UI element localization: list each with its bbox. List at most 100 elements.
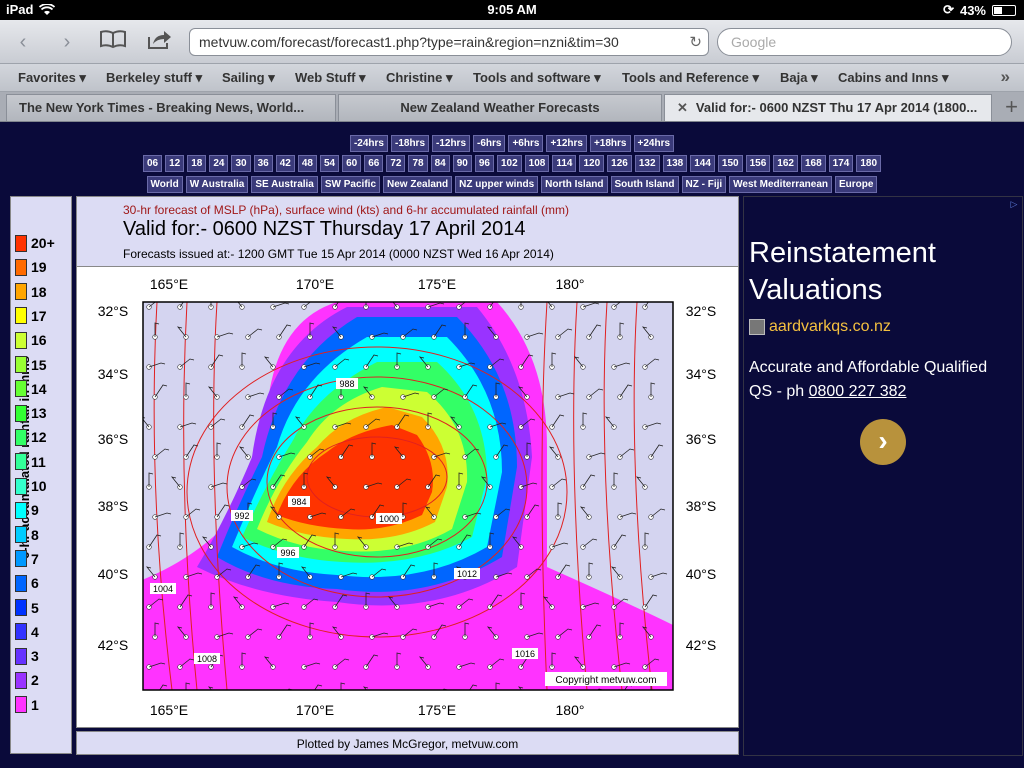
region-button-2[interactable]: SE Australia [251,176,318,193]
time-step-button-5[interactable]: +12hrs [546,135,587,152]
lat-label: 40°S [686,566,717,582]
tab-nz-weather[interactable]: New Zealand Weather Forecasts [338,94,662,121]
forecast-hour-button-21[interactable]: 132 [634,155,660,172]
time-step-button-1[interactable]: -18hrs [390,135,429,152]
forecast-hour-button-13[interactable]: 84 [430,155,450,172]
forecast-hour-button-15[interactable]: 96 [474,155,494,172]
forecast-hour-button-12[interactable]: 78 [408,155,428,172]
battery-fill [994,6,1003,14]
region-button-9[interactable]: West Mediterranean [729,176,833,193]
lon-label: 175°E [418,702,456,718]
legend-item: 13 [15,403,47,423]
lon-label: 165°E [150,702,188,718]
legend-value: 2 [31,672,39,689]
region-button-1[interactable]: W Australia [185,176,249,193]
bookmarks-bar: Favorites ▾ Berkeley stuff ▾ Sailing ▾ W… [0,64,1024,92]
forecast-hour-button-24[interactable]: 150 [717,155,743,172]
search-input[interactable]: Google [717,28,1012,56]
forecast-hour-button-26[interactable]: 162 [773,155,798,172]
ad-arrow-button[interactable]: › [860,419,906,465]
time-step-button-3[interactable]: -6hrs [473,135,506,152]
region-button-5[interactable]: NZ upper winds [455,176,539,193]
forecast-hour-button-11[interactable]: 72 [386,155,406,172]
ad-domain[interactable]: aardvarkqs.co.nz [749,318,891,336]
forecast-hour-button-4[interactable]: 30 [231,155,251,172]
share-button[interactable] [145,29,175,55]
forecast-hour-button-5[interactable]: 36 [253,155,273,172]
forecast-hour-button-7[interactable]: 48 [297,155,317,172]
forecast-hour-button-3[interactable]: 24 [209,155,229,172]
forecast-hour-button-25[interactable]: 156 [745,155,771,172]
legend-item: 16 [15,330,47,350]
forecast-hour-button-2[interactable]: 18 [187,155,207,172]
ad-title[interactable]: Reinstatement Valuations [749,235,936,309]
bookmark-tools-reference[interactable]: Tools and Reference ▾ [622,70,759,86]
forecast-hour-button-8[interactable]: 54 [319,155,340,172]
time-step-button-0[interactable]: -24hrs [349,135,388,152]
station-dot [401,695,406,700]
region-button-3[interactable]: SW Pacific [320,176,381,193]
region-button-10[interactable]: Europe [835,176,878,193]
forecast-hour-button-16[interactable]: 102 [496,155,522,172]
forward-icon: › [63,31,71,53]
tab-valid-for[interactable]: ✕ Valid for:- 0600 NZST Thu 17 Apr 2014 (… [664,94,992,121]
region-button-4[interactable]: New Zealand [383,176,453,193]
time-step-button-4[interactable]: +6hrs [508,135,544,152]
forecast-hour-button-0[interactable]: 06 [142,155,163,172]
region-button-7[interactable]: South Island [610,176,679,193]
bookmark-berkeley[interactable]: Berkeley stuff ▾ [106,70,202,86]
new-tab-button[interactable]: + [1005,94,1018,120]
tab-nytimes[interactable]: The New York Times - Breaking News, Worl… [6,94,336,121]
bookmark-web-stuff[interactable]: Web Stuff ▾ [295,70,366,86]
bookmarks-button[interactable] [98,29,128,55]
isobar-label: 1012 [457,569,477,579]
forecast-hour-button-20[interactable]: 126 [607,155,632,172]
forecast-hour-button-19[interactable]: 120 [579,155,605,172]
close-tab-icon[interactable]: ✕ [677,100,688,115]
time-step-button-2[interactable]: -12hrs [432,135,471,152]
forecast-hour-button-27[interactable]: 168 [800,155,826,172]
forecast-hour-button-1[interactable]: 12 [165,155,185,172]
legend-value: 5 [31,599,39,616]
legend-swatch [15,453,27,471]
forecast-hour-button-9[interactable]: 60 [342,155,362,172]
station-dot [246,695,251,700]
legend-value: 11 [31,453,46,470]
region-button-6[interactable]: North Island [541,176,608,193]
region-button-0[interactable]: World [146,176,183,193]
share-icon [148,31,171,49]
reload-icon[interactable]: ↻ [689,33,702,51]
bookmark-tools-software[interactable]: Tools and software ▾ [473,70,601,86]
back-button[interactable]: ‹ [8,29,38,55]
time-step-button-7[interactable]: +24hrs [633,135,675,152]
forecast-hour-button-14[interactable]: 90 [452,155,472,172]
bookmark-baja[interactable]: Baja ▾ [780,70,818,86]
forecast-hour-button-23[interactable]: 144 [690,155,715,172]
forecast-hour-button-10[interactable]: 66 [364,155,384,172]
bookmark-sailing[interactable]: Sailing ▾ [222,70,275,86]
ad-desc-line1: Accurate and Affordable Qualified [749,359,988,376]
bookmark-cabins[interactable]: Cabins and Inns ▾ [838,70,949,86]
forecast-hour-button-22[interactable]: 138 [662,155,688,172]
forward-button[interactable]: › [52,29,82,55]
region-nav: World W Australia SE Australia SW Pacific Ne… [0,176,1024,193]
rotation-lock-icon: ⟳ [943,2,954,17]
legend-swatch [15,696,27,714]
map-footer: Plotted by James McGregor, metvuw.com [76,731,739,755]
status-right: ⟳ 43% [943,2,1016,18]
region-button-8[interactable]: NZ - Fiji [681,176,727,193]
ad-phone-link[interactable]: 0800 227 382 [809,383,907,400]
time-step-button-6[interactable]: +18hrs [589,135,631,152]
bookmark-christine[interactable]: Christine ▾ [386,70,452,86]
bookmarks-more-button[interactable]: » [1001,67,1010,87]
forecast-hour-button-17[interactable]: 108 [524,155,550,172]
legend-swatch [15,526,27,544]
forecast-hour-button-18[interactable]: 114 [552,155,577,172]
ad-choices-icon[interactable]: ▷ [1008,199,1020,211]
forecast-hour-button-29[interactable]: 180 [856,155,882,172]
forecast-hour-button-28[interactable]: 174 [828,155,854,172]
address-bar[interactable]: metvuw.com/forecast/forecast1.php?type=r… [189,28,709,56]
forecast-hour-button-6[interactable]: 42 [275,155,295,172]
advertisement[interactable]: ▷ Reinstatement Valuations aardvarkqs.co… [743,196,1023,756]
bookmark-favorites[interactable]: Favorites ▾ [18,70,86,86]
